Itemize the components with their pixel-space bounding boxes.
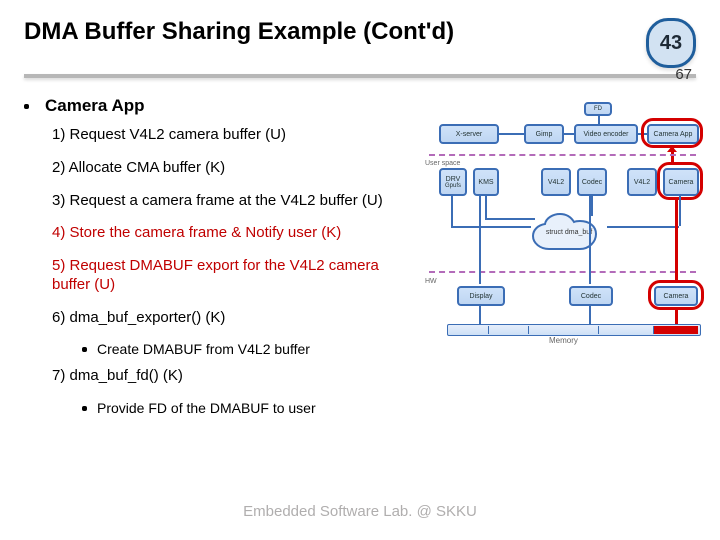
slide-header: DMA Buffer Sharing Example (Cont'd) 43 6… [24,18,696,68]
box-kms: KMS [473,168,499,196]
box-fd: FD [584,102,612,116]
memory-camera-region [654,326,698,334]
box-codec-k: Codec [577,168,607,196]
dashed-user-kernel [429,154,696,156]
box-display-hw: Display [457,286,505,306]
section-heading-label: Camera App [45,96,145,116]
red-highlight-camera-app [641,118,703,148]
line-drv-cloud-h [451,226,531,228]
slide-title: DMA Buffer Sharing Example (Cont'd) [24,18,454,47]
red-highlight-camera-kernel [657,162,703,200]
total-pages: 67 [675,66,692,83]
cloud-dma-buf: struct dma_buf [529,211,609,259]
line-kms-cloud-h [485,218,535,220]
step-7-sub-text: Provide FD of the DMABUF to user [97,400,316,418]
red-arrow-kernel-hw [675,200,678,280]
line-codechw-mem [589,306,591,324]
box-v4l2-2: V4L2 [627,168,657,196]
mem-seg-3 [598,326,599,334]
slide-number: 43 [660,32,682,55]
arrow-gimp-ve [564,133,574,135]
red-arrow-head-up [667,146,677,152]
diagram-column: X-server Gimp FD Video encoder Camera Ap… [429,96,696,425]
box-drv: DRV Gpufs [439,168,467,196]
dashed-kernel-hw [429,271,696,273]
step-3: 3) Request a camera frame at the V4L2 bu… [52,192,419,211]
step-6-sub-text: Create DMABUF from V4L2 buffer [97,341,310,359]
line-codec-cloud [591,196,593,216]
footer-text: Embedded Software Lab. @ SKKU [243,503,477,520]
line-kms-display [479,196,481,284]
box-xserver: X-server [439,124,499,144]
section-heading: Camera App [24,96,419,116]
label-hw: HW [425,278,437,285]
box-drv-l2: Gpufs [445,183,461,189]
line-camera-cloud-h [607,226,679,228]
bullet-icon [82,347,87,352]
text-column: Camera App 1) Request V4L2 camera buffer… [24,96,419,425]
cloud-label: struct dma_buf [529,229,609,236]
label-memory: Memory [549,337,578,345]
step-5: 5) Request DMABUF export for the V4L2 ca… [52,257,419,295]
slide-number-badge: 43 [646,18,696,68]
step-6-sub: Create DMABUF from V4L2 buffer [82,341,419,359]
title-underline [24,74,696,78]
line-codec-hw [589,196,591,284]
step-2: 2) Allocate CMA buffer (K) [52,159,419,178]
bullet-icon [82,406,87,411]
memory-bar [447,324,701,336]
arrow-xserver-gimp [499,133,524,135]
slide-body: Camera App 1) Request V4L2 camera buffer… [24,96,696,425]
box-drv-l1: DRV [446,176,461,183]
line-display-mem [479,306,481,324]
box-v4l2-1: V4L2 [541,168,571,196]
arrow-fd-down [598,116,600,124]
red-highlight-camera-hw [648,280,704,310]
steps-list: 1) Request V4L2 camera buffer (U) 2) All… [24,126,419,417]
box-gimp: Gimp [524,124,564,144]
footer: Embedded Software Lab. @ SKKU [0,503,720,520]
box-video-encoder: Video encoder [574,124,638,144]
mem-seg-1 [488,326,489,334]
label-user-space: User space [425,160,460,167]
step-7: 7) dma_buf_fd() (K) [52,367,419,386]
step-4: 4) Store the camera frame & Notify user … [52,224,419,243]
line-drv-cloud [451,196,453,226]
mem-seg-2 [528,326,529,334]
step-6: 6) dma_buf_exporter() (K) [52,309,419,328]
architecture-diagram: X-server Gimp FD Video encoder Camera Ap… [429,96,696,386]
bullet-icon [24,104,29,109]
step-1: 1) Request V4L2 camera buffer (U) [52,126,419,145]
line-kms-cloud [485,196,487,218]
slide-page: DMA Buffer Sharing Example (Cont'd) 43 6… [0,0,720,540]
box-codec-hw: Codec [569,286,613,306]
step-7-sub: Provide FD of the DMABUF to user [82,400,419,418]
red-arrow-hw-mem [675,310,678,324]
line-camera-cloud [679,196,681,226]
